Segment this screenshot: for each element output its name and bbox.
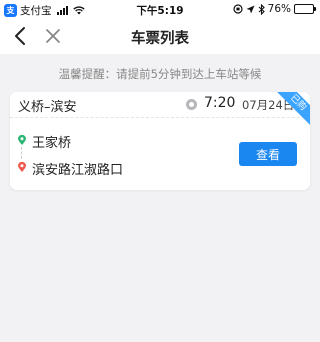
screen-lock-icon [233, 4, 243, 14]
ticket-card[interactable]: 义桥–滨安 7:20 07月24日 已购 王家桥 滨安路江淑路口 查看 [10, 92, 310, 190]
destination-pin-icon [18, 162, 26, 172]
ticket-header: 义桥–滨安 7:20 07月24日 [10, 92, 310, 118]
page-title: 车票列表 [131, 31, 189, 47]
location-arrow-icon [246, 5, 255, 13]
bluetooth-icon [258, 3, 265, 15]
departure-time: 7:20 [204, 95, 236, 111]
nav-bar: 车票列表 [0, 18, 320, 54]
status-right: 76% [233, 3, 316, 15]
battery-percent: 76% [267, 3, 291, 15]
view-button[interactable]: 查看 [239, 142, 297, 166]
origin-stop: 王家桥 [32, 136, 72, 151]
origin-pin-icon [18, 135, 26, 145]
status-bar: 支 支付宝 下午5:19 76% [0, 0, 320, 18]
battery-icon [294, 4, 316, 14]
reminder-tip: 温馨提醒：请提前5分钟到达上车站等候 [58, 67, 262, 81]
route-connector [21, 147, 22, 159]
ticket-route: 义桥–滨安 [18, 100, 77, 115]
destination-stop: 滨安路江淑路口 [32, 163, 124, 178]
bus-stop-icon [186, 99, 197, 110]
